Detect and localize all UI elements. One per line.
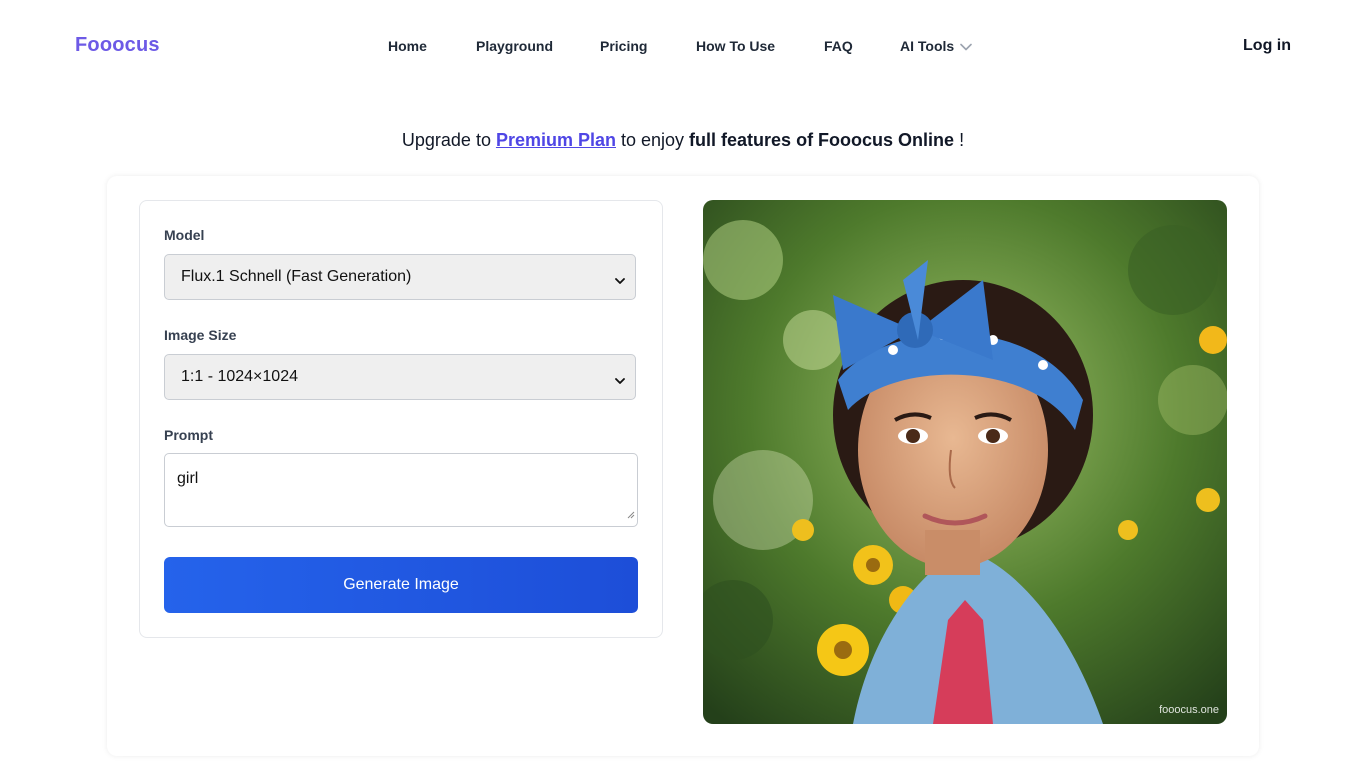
chevron-down-icon <box>615 272 625 290</box>
generated-image-illustration <box>703 200 1227 724</box>
prompt-value: girl <box>177 470 199 487</box>
model-select[interactable]: Flux.1 Schnell (Fast Generation) <box>164 254 636 300</box>
nav-ai-tools-label: AI Tools <box>900 38 955 54</box>
nav-home[interactable]: Home <box>388 38 427 54</box>
prompt-label: Prompt <box>164 427 213 443</box>
generated-image: fooocus.one <box>703 200 1227 724</box>
watermark: fooocus.one <box>1159 704 1219 716</box>
promo-banner: Upgrade to Premium Plan to enjoy full fe… <box>0 130 1366 151</box>
nav-playground[interactable]: Playground <box>476 38 553 54</box>
nav-pricing[interactable]: Pricing <box>600 38 647 54</box>
promo-middle: to enjoy <box>616 130 690 150</box>
nav-faq[interactable]: FAQ <box>824 38 853 54</box>
nav-how-to-use[interactable]: How To Use <box>696 38 775 54</box>
image-size-select-value: 1:1 - 1024×1024 <box>181 368 298 385</box>
generate-image-button[interactable]: Generate Image <box>164 557 638 613</box>
image-size-select[interactable]: 1:1 - 1024×1024 <box>164 354 636 400</box>
promo-suffix: ! <box>954 130 965 150</box>
site-header: Fooocus Home Playground Pricing How To U… <box>0 0 1366 96</box>
model-select-value: Flux.1 Schnell (Fast Generation) <box>181 268 412 285</box>
model-label: Model <box>164 227 205 243</box>
chevron-down-icon <box>615 372 625 390</box>
main-nav: Home Playground Pricing How To Use FAQ A… <box>0 38 1366 58</box>
promo-bold: full features of Fooocus Online <box>689 130 955 150</box>
login-link[interactable]: Log in <box>1243 37 1291 55</box>
premium-plan-link[interactable]: Premium Plan <box>496 130 616 150</box>
chevron-down-icon <box>960 38 972 54</box>
image-size-label: Image Size <box>164 327 237 343</box>
promo-prefix: Upgrade to <box>401 130 496 150</box>
prompt-textarea[interactable]: girl <box>164 453 638 527</box>
generation-form: Model Flux.1 Schnell (Fast Generation) I… <box>139 200 663 638</box>
nav-ai-tools[interactable]: AI Tools <box>900 38 972 54</box>
resize-handle-icon[interactable] <box>627 506 635 524</box>
